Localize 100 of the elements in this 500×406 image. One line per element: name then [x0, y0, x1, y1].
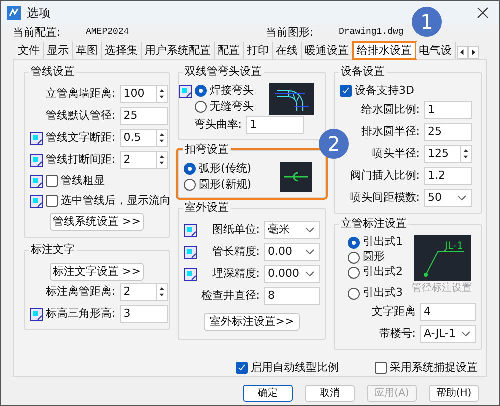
settings-button[interactable]: 室外标注设置>> [204, 313, 300, 331]
radio-label: 引出式2 [363, 264, 403, 280]
group-title: 立管标注设置 [339, 217, 409, 231]
drawing-value: Drawing1.dwg [339, 26, 404, 40]
input-field[interactable]: 4 [420, 303, 476, 321]
tab-scroll-left-icon[interactable] [457, 46, 468, 59]
radio-button[interactable] [348, 288, 360, 300]
checkbox-label: 采用系统捕捉设置 [390, 360, 478, 376]
radio-button[interactable] [184, 179, 196, 191]
checkbox-label: 管线粗显 [61, 172, 105, 189]
input-field[interactable]: 3 [120, 305, 168, 323]
group-title: 管线设置 [29, 65, 77, 79]
field-label: 喷头间距模数: [349, 190, 421, 206]
elbow-preview [269, 83, 314, 115]
checkbox[interactable] [236, 362, 248, 374]
group-title: 双线管弯头设置 [183, 65, 264, 79]
callout-badge: 1 [412, 7, 442, 37]
radio-button[interactable] [195, 85, 207, 97]
tab[interactable]: 打印 [244, 42, 273, 59]
radio-button[interactable] [184, 163, 196, 175]
field-label: 标注离管距离: [46, 284, 117, 300]
radio-label: 引出式1 [363, 234, 403, 250]
field-label: 管线默认管径: [46, 108, 117, 124]
tab[interactable]: 在线 [273, 42, 302, 59]
spin-field[interactable]: 0.5 [120, 129, 168, 147]
radio-label: 弧形(传统) [199, 160, 252, 177]
checkbox-label: 启用自动线型比例 [251, 360, 339, 376]
radio-label: 焊接弯头 [210, 82, 254, 99]
dialog-button[interactable]: 帮助(H) [429, 385, 479, 402]
radio-label: 无缝弯头 [210, 98, 254, 115]
input-field[interactable]: 1 [246, 116, 304, 134]
checkbox-label: 设备支持3D [355, 82, 414, 99]
dropdown[interactable]: A-JL-1 [420, 325, 476, 343]
radio-button[interactable] [348, 236, 360, 248]
field-label: 阀门插入比例: [349, 168, 421, 184]
field-label: 管线打断间距: [46, 152, 117, 168]
field-label: 文字距离 [371, 304, 417, 320]
spin-field[interactable]: 2 [120, 283, 168, 301]
window-title: 选项 [27, 5, 51, 22]
profile-value: AMEP2024 [86, 26, 130, 40]
radio-label: 圆形(新规) [199, 176, 252, 193]
settings-button[interactable]: 管线系统设置 >> [50, 213, 144, 231]
input-field[interactable]: 25 [424, 123, 472, 141]
tab[interactable]: 显示 [44, 42, 73, 59]
field-label: 带楼号: [378, 326, 417, 342]
radio-label: 圆形 [363, 249, 385, 266]
checkbox[interactable] [46, 175, 58, 187]
spin-arrows-icon[interactable] [460, 146, 471, 162]
spin-arrows-icon[interactable] [156, 86, 167, 102]
field-label: 排水圆半径: [360, 124, 421, 140]
radio-button[interactable] [348, 252, 360, 264]
spin-field[interactable]: 125 [424, 145, 472, 163]
tab[interactable]: 选择集 [102, 42, 142, 59]
spin-arrows-icon[interactable] [156, 284, 167, 300]
bend-preview [280, 162, 312, 192]
group-title: 标注文字 [29, 243, 77, 257]
spin-field[interactable]: 2 [120, 151, 168, 169]
tab[interactable]: 文件 [15, 42, 44, 59]
tab[interactable]: 电气设 [416, 42, 456, 59]
profile-label: 当前配置: [13, 24, 62, 41]
settings-button[interactable]: 标注文字设置 >> [50, 263, 144, 281]
tab[interactable]: 用户系统配置 [142, 42, 215, 59]
input-field[interactable]: 8 [264, 287, 320, 305]
close-icon[interactable] [477, 7, 489, 19]
checkbox[interactable] [46, 195, 58, 207]
riser-label-preview: JL-1 [414, 235, 470, 281]
tab-scroll-right-icon[interactable] [468, 46, 479, 59]
checkbox-label: 选中管线后，显示流向 [61, 192, 171, 209]
group-title: 设备设置 [339, 65, 387, 79]
spin-arrows-icon[interactable] [156, 130, 167, 146]
group-title: 扣弯设置 [183, 143, 231, 157]
dropdown[interactable]: 0.000 [264, 265, 320, 283]
radio-button[interactable] [195, 101, 207, 113]
field-label: 埋深精度: [211, 266, 261, 282]
checkbox[interactable] [340, 85, 352, 97]
dialog-button[interactable]: 取消 [305, 385, 355, 402]
input-field[interactable]: 1.2 [424, 167, 472, 185]
drawing-label: 当前图形: [266, 24, 315, 41]
app-logo-icon [7, 6, 21, 20]
spin-arrows-icon[interactable] [156, 152, 167, 168]
field-label: 标高三角形高: [46, 306, 117, 322]
dropdown[interactable]: 毫米 [264, 221, 320, 239]
input-field[interactable]: 25 [120, 107, 168, 125]
tab[interactable]: 给排水设置 [353, 42, 416, 59]
field-label: 给水圆比例: [360, 102, 421, 118]
group-title: 室外设置 [183, 201, 231, 215]
field-label: 管线文字断距: [46, 130, 117, 146]
dialog-button[interactable]: 确定 [243, 385, 293, 402]
radio-button[interactable] [348, 266, 360, 278]
field-label: 检查井直径: [200, 288, 261, 304]
spin-field[interactable]: 100 [120, 85, 168, 103]
dropdown[interactable]: 0.00 [264, 243, 320, 261]
checkbox[interactable] [375, 362, 387, 374]
dropdown[interactable]: 50 [424, 189, 472, 207]
tab[interactable]: 草图 [73, 42, 102, 59]
field-label: 立管离墙距离: [46, 86, 117, 102]
field-label: 弯头曲率: [193, 116, 243, 133]
radio-label: 引出式3 [363, 285, 403, 302]
input-field[interactable]: 1 [424, 101, 472, 119]
field-label: 管长精度: [211, 244, 261, 260]
